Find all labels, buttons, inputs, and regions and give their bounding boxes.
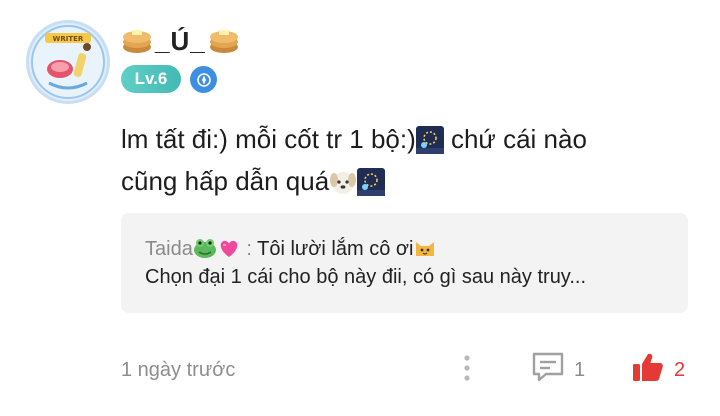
quote-author[interactable]: Taida [145, 238, 193, 260]
frog-emoji [193, 239, 216, 258]
title-badge-icon[interactable] [190, 66, 217, 93]
quote-text-line1: Tôi lười lắm cô ơi [257, 238, 414, 260]
more-vertical-icon[interactable] [456, 352, 478, 384]
pancake-emoji [123, 30, 151, 53]
comment-text: lm tất đi:) mỗi cốt tr 1 bộ:) chứ cái nà… [121, 118, 681, 202]
heart-emoji [220, 240, 238, 257]
quote-separator: : [240, 238, 258, 260]
thumbs-up-icon[interactable] [630, 350, 666, 384]
cat-emoji [416, 242, 435, 256]
comment-text-line1: lm tất đi:) mỗi cốt tr 1 bộ:) [121, 124, 416, 154]
avatar-image: WRITER [31, 25, 105, 99]
username[interactable]: _Ú_ [121, 24, 240, 58]
comment-text-line1-tail: chứ cái nào [443, 124, 587, 154]
comment-icon[interactable] [530, 350, 566, 384]
fireworks-emoji [415, 126, 444, 154]
quote-text-line2: Chọn đại 1 cái cho bộ này đii, có gì sau… [145, 266, 586, 288]
username-text: _Ú_ [155, 25, 206, 56]
avatar[interactable]: WRITER [26, 20, 110, 104]
level-badge: Lv.6 [121, 65, 181, 93]
like-count: 2 [674, 359, 686, 381]
reply-count: 1 [574, 359, 586, 381]
pancake-emoji [209, 30, 238, 53]
timestamp: 1 ngày trước [121, 359, 236, 381]
quoted-reply[interactable]: Taida : Tôi lười lắm cô ơi Chọn đại 1 cá… [121, 213, 688, 313]
avatar-frame-text: WRITER [53, 35, 84, 43]
fireworks-emoji [357, 168, 386, 196]
quote-line1: Taida : Tôi lười lắm cô ơi [145, 235, 664, 263]
dog-emoji [330, 172, 357, 194]
comment-text-line2: cũng hấp dẫn quá [121, 166, 330, 196]
